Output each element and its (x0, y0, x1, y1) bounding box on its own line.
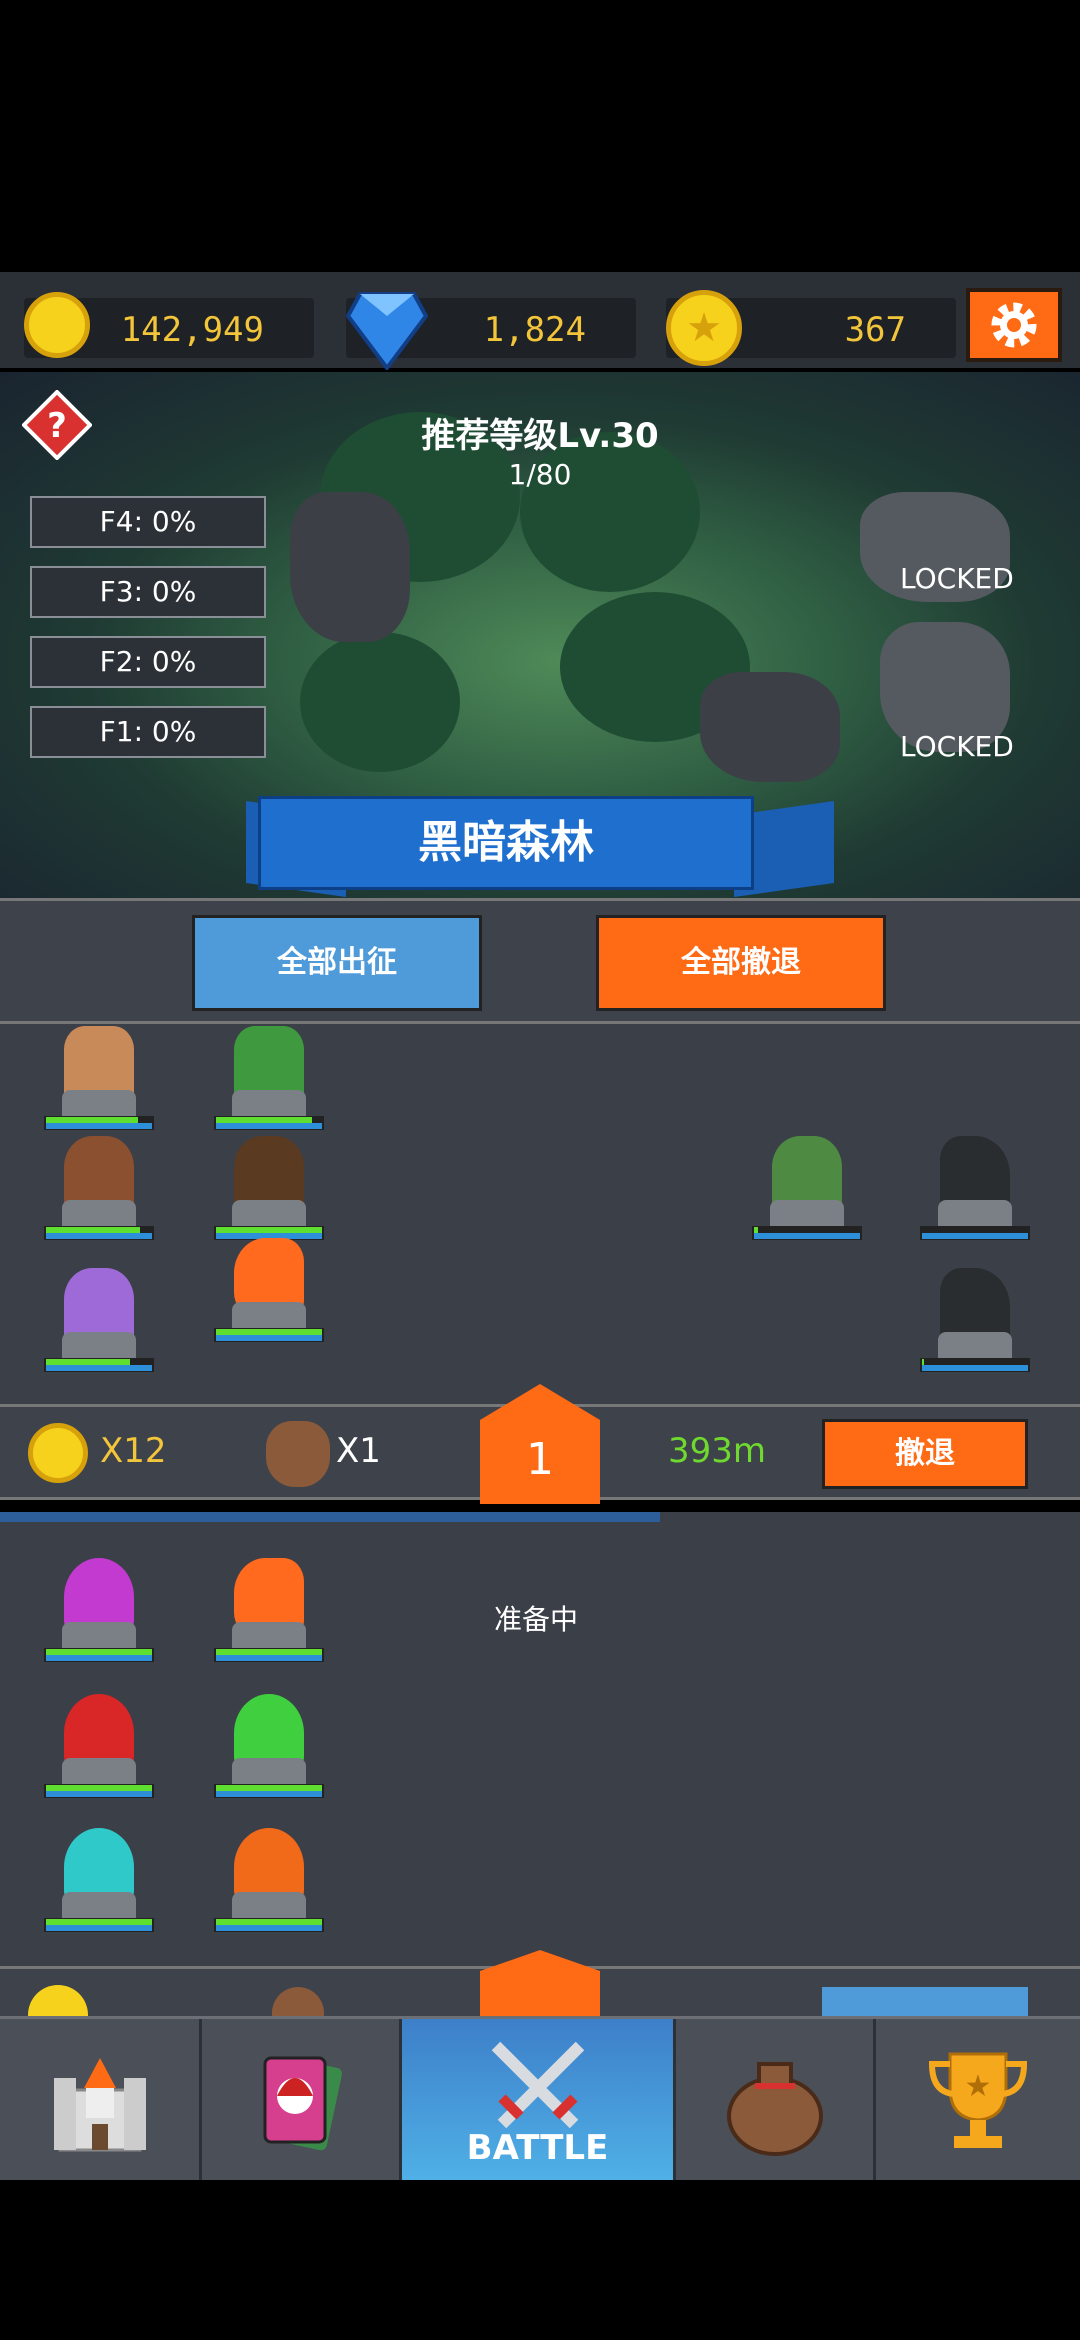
trophy-icon: ★ (928, 2052, 1028, 2148)
lane-ruler (0, 1512, 660, 1522)
star-display: ★ 367 (666, 290, 956, 366)
hero-unit[interactable] (214, 1130, 324, 1240)
nav-trophy[interactable]: ★ (876, 2019, 1080, 2180)
bag-icon (726, 2061, 823, 2156)
enemy-unit[interactable] (920, 1130, 1030, 1240)
hero-unit[interactable] (44, 1552, 154, 1662)
nav-cards[interactable] (202, 2019, 402, 2180)
castle-icon (53, 2057, 146, 2151)
bottom-navigation: BATTLE ★ (0, 2016, 1080, 2180)
gold-coin-icon (28, 1423, 88, 1483)
locked-label: LOCKED (900, 562, 1014, 595)
floor-f1[interactable]: F1: 0% (30, 706, 266, 758)
hero-unit[interactable] (214, 1020, 324, 1130)
gear-icon (991, 302, 1037, 348)
settings-button[interactable] (966, 288, 1062, 362)
cards-icon (263, 2056, 342, 2150)
swords-icon (491, 2041, 584, 2128)
hero-unit[interactable] (44, 1130, 154, 1240)
deploy-button[interactable] (822, 1987, 1028, 2019)
locked-label: LOCKED (900, 730, 1014, 763)
map-progress: 1/80 (508, 458, 572, 491)
rock-decoration (290, 492, 410, 642)
gold-display: 142,949 (24, 292, 314, 358)
deploy-all-button[interactable]: 全部出征 (192, 915, 482, 1011)
hero-unit[interactable] (214, 1822, 324, 1932)
help-button[interactable]: ? (22, 390, 92, 460)
nav-battle[interactable]: BATTLE (402, 2019, 676, 2180)
bag-multiplier: X1 (336, 1431, 381, 1471)
retreat-button[interactable]: 撤退 (822, 1419, 1028, 1489)
nav-bag[interactable] (676, 2019, 876, 2180)
gem-icon (346, 292, 428, 370)
area-name-banner: 黑暗森林 (258, 796, 754, 890)
rock-decoration (700, 672, 840, 782)
floor-f3[interactable]: F3: 0% (30, 566, 266, 618)
battle-lane-1 (0, 1024, 1080, 1404)
dungeon-map[interactable]: ? 推荐等级Lv.30 1/80 F4: 0% F3: 0% F2: 0% F1… (0, 372, 1080, 898)
bag-icon (272, 1987, 324, 2019)
enemy-unit[interactable] (752, 1130, 862, 1240)
hero-unit[interactable] (214, 1688, 324, 1798)
floor-f2[interactable]: F2: 0% (30, 636, 266, 688)
distance-value: 393m (668, 1431, 767, 1471)
svg-text:★: ★ (965, 2069, 992, 2104)
hero-unit[interactable] (44, 1262, 154, 1372)
battle-lane-2: 准备中 (0, 1512, 1080, 1966)
floor-f4[interactable]: F4: 0% (30, 496, 266, 548)
nav-castle[interactable] (0, 2019, 202, 2180)
retreat-all-button[interactable]: 全部撤退 (596, 915, 886, 1011)
hero-unit[interactable] (214, 1552, 324, 1662)
enemy-unit[interactable] (920, 1262, 1030, 1372)
lane-state-text: 准备中 (494, 1603, 579, 1636)
gem-display: 1,824 (346, 292, 636, 370)
star-value: 367 (844, 310, 906, 350)
gold-coin-icon (24, 292, 90, 358)
gem-value: 1,824 (483, 310, 586, 350)
currency-bar: 142,949 1,824 ★ 367 (0, 272, 1080, 370)
bag-icon (266, 1421, 330, 1487)
hero-unit[interactable] (214, 1232, 324, 1342)
hero-unit[interactable] (44, 1822, 154, 1932)
stage-number: 1 (526, 1434, 554, 1485)
question-icon: ? (47, 406, 67, 446)
hero-unit[interactable] (44, 1688, 154, 1798)
star-coin-icon: ★ (666, 290, 742, 366)
nav-battle-label: BATTLE (466, 2127, 609, 2168)
hero-unit[interactable] (44, 1020, 154, 1130)
coin-multiplier: X12 (100, 1431, 167, 1471)
command-row: 全部出征 全部撤退 (0, 898, 1080, 1024)
recommend-level: 推荐等级Lv.30 (421, 416, 659, 456)
forest-decoration (300, 632, 460, 772)
gold-value: 142,949 (120, 310, 264, 350)
